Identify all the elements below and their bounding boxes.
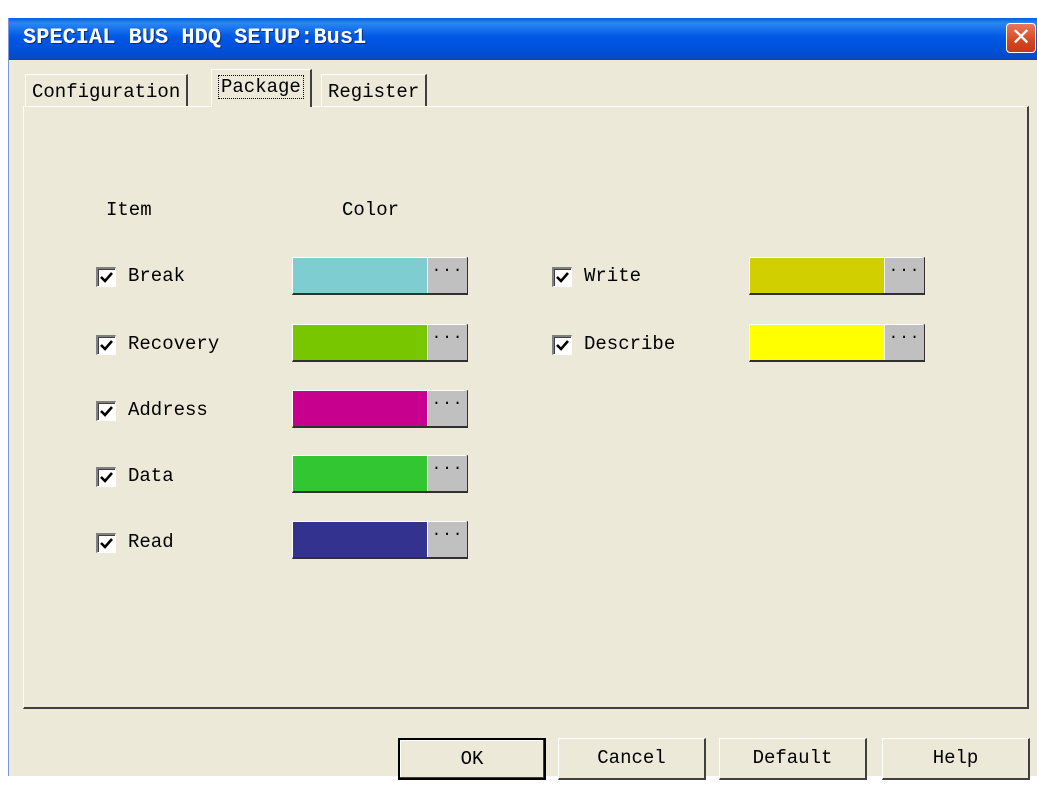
- color-picker-address[interactable]: ···: [292, 390, 468, 428]
- item-label-break: Break: [128, 265, 186, 287]
- checkbox-address[interactable]: [96, 401, 116, 421]
- checkbox-recovery[interactable]: [96, 335, 116, 355]
- dialog-window: SPECIAL BUS HDQ SETUP:Bus1 ✕ Configurati…: [8, 18, 1037, 780]
- checkmark-icon: [100, 340, 113, 351]
- item-label-data: Data: [128, 465, 174, 487]
- ellipsis-button-read[interactable]: ···: [427, 522, 467, 557]
- tab-label: Configuration: [32, 81, 181, 103]
- color-swatch-recovery: [293, 325, 427, 360]
- item-label-read: Read: [128, 531, 174, 553]
- default-button[interactable]: Default: [719, 738, 867, 780]
- color-picker-recovery[interactable]: ···: [292, 324, 468, 362]
- tab-package[interactable]: Package: [211, 69, 312, 107]
- package-panel: Item Color Break ··· Recovery ··· Addres…: [23, 106, 1029, 709]
- cancel-button[interactable]: Cancel: [558, 738, 706, 780]
- checkbox-write[interactable]: [552, 267, 572, 287]
- checkmark-icon: [100, 472, 113, 483]
- checkbox-describe[interactable]: [552, 335, 572, 355]
- color-picker-describe[interactable]: ···: [749, 324, 925, 362]
- tab-register[interactable]: Register: [321, 74, 428, 106]
- color-swatch-read: [293, 522, 427, 557]
- checkmark-icon: [100, 272, 113, 283]
- checkmark-icon: [100, 538, 113, 549]
- ellipsis-button-recovery[interactable]: ···: [427, 325, 467, 360]
- checkbox-read[interactable]: [96, 533, 116, 553]
- color-swatch-address: [293, 391, 427, 426]
- color-picker-break[interactable]: ···: [292, 257, 468, 295]
- checkmark-icon: [556, 340, 569, 351]
- item-label-address: Address: [128, 399, 208, 421]
- tab-label: Register: [328, 81, 420, 103]
- ellipsis-button-write[interactable]: ···: [884, 258, 924, 293]
- item-column-header: Item: [106, 199, 152, 221]
- window-title: SPECIAL BUS HDQ SETUP:Bus1: [23, 25, 367, 50]
- tab-configuration[interactable]: Configuration: [25, 74, 189, 106]
- close-icon[interactable]: ✕: [1006, 23, 1036, 53]
- help-button[interactable]: Help: [882, 738, 1030, 780]
- color-swatch-break: [293, 258, 427, 293]
- title-bar[interactable]: SPECIAL BUS HDQ SETUP:Bus1 ✕: [9, 18, 1037, 60]
- color-column-header: Color: [342, 199, 400, 221]
- ellipsis-button-data[interactable]: ···: [427, 456, 467, 491]
- ellipsis-button-describe[interactable]: ···: [884, 325, 924, 360]
- color-swatch-data: [293, 456, 427, 491]
- checkbox-data[interactable]: [96, 467, 116, 487]
- checkbox-break[interactable]: [96, 267, 116, 287]
- color-picker-write[interactable]: ···: [749, 257, 925, 295]
- item-label-recovery: Recovery: [128, 333, 220, 355]
- color-picker-read[interactable]: ···: [292, 521, 468, 559]
- color-swatch-write: [750, 258, 884, 293]
- checkmark-icon: [100, 406, 113, 417]
- tab-label: Package: [218, 75, 304, 99]
- item-label-describe: Describe: [584, 333, 676, 355]
- color-swatch-describe: [750, 325, 884, 360]
- ellipsis-button-break[interactable]: ···: [427, 258, 467, 293]
- checkmark-icon: [556, 272, 569, 283]
- ok-button[interactable]: OK: [398, 738, 546, 780]
- item-label-write: Write: [584, 265, 642, 287]
- color-picker-data[interactable]: ···: [292, 455, 468, 493]
- ellipsis-button-address[interactable]: ···: [427, 391, 467, 426]
